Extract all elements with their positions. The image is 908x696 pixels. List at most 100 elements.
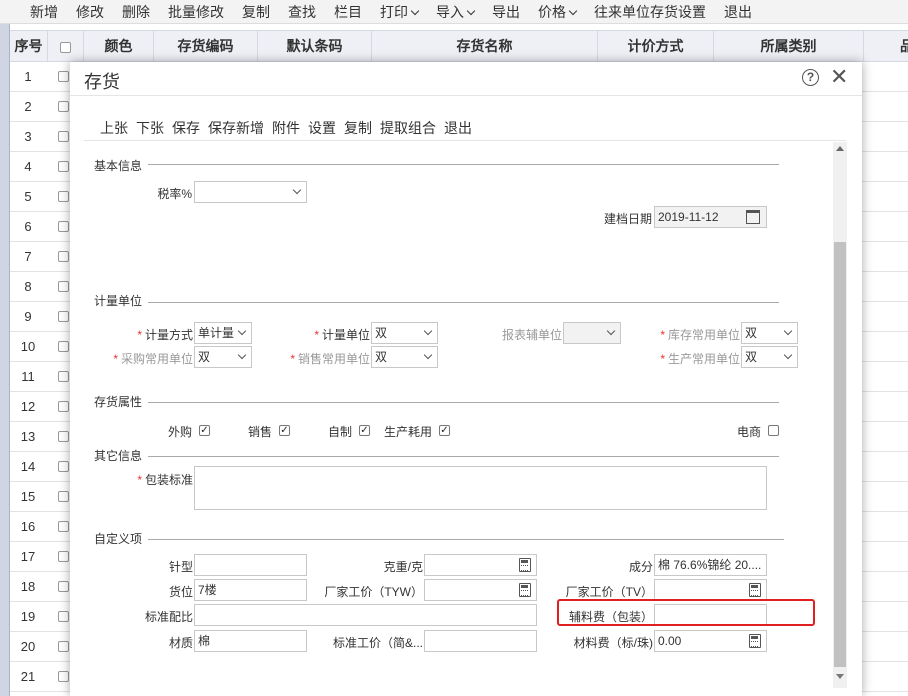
select-all-checkbox[interactable]: [60, 41, 71, 53]
composition-field[interactable]: 棉 76.6%锦纶 20....: [654, 554, 767, 576]
weight-field[interactable]: [424, 554, 537, 576]
stock-unit-select[interactable]: 双: [741, 322, 798, 344]
row-checkbox[interactable]: [58, 581, 69, 592]
calculator-icon[interactable]: [519, 583, 531, 597]
calculator-icon[interactable]: [749, 583, 761, 597]
packaging-textarea[interactable]: [194, 466, 767, 510]
toolbar-copy-button[interactable]: 复制: [233, 2, 279, 22]
help-icon[interactable]: ?: [802, 69, 819, 86]
row-checkbox[interactable]: [58, 491, 69, 502]
row-checkbox[interactable]: [58, 611, 69, 622]
extract-combo-button[interactable]: 提取组合: [380, 118, 436, 138]
row-checkbox[interactable]: [58, 401, 69, 412]
material-field[interactable]: 棉: [194, 630, 307, 652]
outsourced-checkbox[interactable]: ✓: [199, 425, 210, 436]
calendar-icon[interactable]: [746, 210, 760, 224]
row-checkbox[interactable]: [58, 251, 69, 262]
header-pricing[interactable]: 计价方式: [598, 31, 714, 61]
production-unit-select[interactable]: 双: [741, 346, 798, 368]
purchase-unit-value: 双: [198, 350, 211, 364]
calculator-icon[interactable]: [519, 558, 531, 572]
sales-attr-checkbox[interactable]: ✓: [279, 425, 290, 436]
toolbar-partner-settings-button[interactable]: 往来单位存货设置: [585, 2, 715, 22]
row-checkbox[interactable]: [58, 341, 69, 352]
next-record-button[interactable]: 下张: [136, 118, 164, 138]
close-icon[interactable]: ✕: [830, 66, 848, 88]
material-fee-field[interactable]: 0.00: [654, 630, 767, 652]
toolbar-columns-button[interactable]: 栏目: [325, 2, 371, 22]
row-checkbox[interactable]: [58, 641, 69, 652]
purchase-unit-text: 采购常用单位: [120, 352, 193, 366]
toolbar-add-button[interactable]: 新增: [0, 2, 67, 22]
scroll-down-arrow-icon[interactable]: [836, 674, 844, 679]
row-checkbox[interactable]: [58, 71, 69, 82]
toolbar-find-button[interactable]: 查找: [279, 2, 325, 22]
header-category[interactable]: 所属类别: [714, 31, 864, 61]
standard-price-field[interactable]: [424, 630, 537, 652]
settings-button[interactable]: 设置: [308, 118, 336, 138]
purchase-unit-label: * 采购常用单位: [94, 350, 193, 367]
row-checkbox[interactable]: [58, 671, 69, 682]
tax-rate-select[interactable]: [194, 181, 307, 203]
row-checkbox[interactable]: [58, 431, 69, 442]
sales-unit-select[interactable]: 双: [371, 346, 438, 368]
measure-unit-label: * 计量单位: [280, 326, 370, 343]
row-checkbox[interactable]: [58, 281, 69, 292]
ecommerce-checkbox[interactable]: [768, 425, 779, 436]
toolbar-import-dropdown[interactable]: 导入: [427, 2, 483, 22]
section-divider: [148, 402, 779, 403]
attachment-button[interactable]: 附件: [272, 118, 300, 138]
row-checkbox[interactable]: [58, 311, 69, 322]
purchase-unit-select[interactable]: 双: [194, 346, 252, 368]
toolbar-print-dropdown[interactable]: 打印: [371, 2, 427, 22]
main-toolbar: 新增 修改 删除 批量修改 复制 查找 栏目 打印 导入 导出 价格 往来单位存…: [0, 0, 908, 24]
row-number: 13: [20, 429, 36, 444]
row-number: 11: [21, 369, 35, 384]
consumed-checkbox[interactable]: ✓: [439, 425, 450, 436]
save-and-new-button[interactable]: 保存新增: [208, 118, 264, 138]
toolbar-exit-button[interactable]: 退出: [715, 2, 761, 22]
measure-unit-select[interactable]: 双: [371, 322, 438, 344]
save-button[interactable]: 保存: [172, 118, 200, 138]
header-barcode[interactable]: 默认条码: [258, 31, 372, 61]
row-checkbox[interactable]: [58, 551, 69, 562]
header-name[interactable]: 存货名称: [372, 31, 598, 61]
calculator-icon[interactable]: [749, 634, 761, 648]
row-checkbox[interactable]: [58, 371, 69, 382]
scroll-up-arrow-icon[interactable]: [836, 146, 844, 151]
row-checkbox[interactable]: [58, 191, 69, 202]
row-checkbox[interactable]: [58, 461, 69, 472]
toolbar-edit-button[interactable]: 修改: [67, 2, 113, 22]
header-more[interactable]: 品: [864, 31, 908, 61]
needle-field[interactable]: [194, 554, 307, 576]
form-scrollbar[interactable]: [833, 142, 847, 688]
standard-ratio-field[interactable]: [194, 604, 537, 626]
header-seq[interactable]: 序号: [10, 31, 48, 61]
measure-method-select[interactable]: 单计量: [194, 322, 252, 344]
report-unit-select[interactable]: [563, 322, 621, 344]
row-checkbox[interactable]: [58, 221, 69, 232]
header-select-all[interactable]: [48, 31, 84, 61]
location-field[interactable]: 7楼: [194, 579, 307, 601]
toolbar-delete-button[interactable]: 删除: [113, 2, 159, 22]
factory-price-tyw-field[interactable]: [424, 579, 537, 601]
row-number: 9: [24, 309, 32, 324]
row-checkbox[interactable]: [58, 131, 69, 142]
row-checkbox[interactable]: [58, 521, 69, 532]
self-made-checkbox[interactable]: ✓: [359, 425, 370, 436]
toolbar-export-button[interactable]: 导出: [483, 2, 529, 22]
factory-price-tv-field[interactable]: [654, 579, 767, 601]
row-checkbox[interactable]: [58, 161, 69, 172]
toolbar-price-dropdown[interactable]: 价格: [529, 2, 585, 22]
create-date-field[interactable]: 2019-11-12: [654, 206, 767, 228]
scrollbar-thumb[interactable]: [834, 242, 846, 667]
prev-record-button[interactable]: 上张: [100, 118, 128, 138]
header-color[interactable]: 颜色: [84, 31, 154, 61]
sales-attr-label: 销售: [248, 425, 273, 439]
exit-button[interactable]: 退出: [444, 118, 472, 138]
row-checkbox[interactable]: [58, 101, 69, 112]
copy-button[interactable]: 复制: [344, 118, 372, 138]
toolbar-batch-edit-button[interactable]: 批量修改: [159, 2, 233, 22]
material-fee-value: 0.00: [658, 634, 682, 648]
header-code[interactable]: 存货编码: [154, 31, 258, 61]
